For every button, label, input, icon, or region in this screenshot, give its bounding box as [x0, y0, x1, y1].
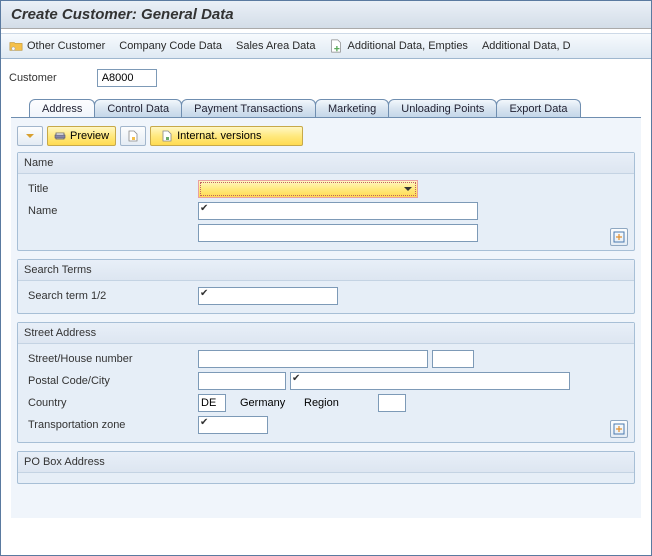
- group-title: Street Address: [18, 323, 634, 344]
- title-select[interactable]: [198, 180, 418, 198]
- main-toolbar: Other Customer Company Code Data Sales A…: [1, 33, 651, 59]
- expand-group-button[interactable]: [610, 228, 628, 246]
- group-search-terms: Search Terms Search term 1/2 ✔: [17, 259, 635, 314]
- toolbar-label: Company Code Data: [119, 40, 222, 52]
- search-term-label: Search term 1/2: [24, 290, 194, 302]
- chevron-down-icon: [401, 185, 415, 193]
- customer-input[interactable]: [97, 69, 157, 87]
- additional-data-d-button[interactable]: Additional Data, D: [482, 40, 571, 52]
- other-customer-button[interactable]: Other Customer: [9, 39, 105, 53]
- expand-icon: [613, 231, 625, 243]
- button-label: Preview: [70, 130, 109, 142]
- transportation-zone-input[interactable]: [198, 416, 268, 434]
- search-term-input[interactable]: [198, 287, 338, 305]
- group-title: Search Terms: [18, 260, 634, 281]
- tab-payment-transactions[interactable]: Payment Transactions: [181, 99, 316, 117]
- expand-icon: [613, 423, 625, 435]
- name-label: Name: [24, 205, 194, 217]
- toolbar-label: Other Customer: [27, 40, 105, 52]
- group-po-box: PO Box Address: [17, 451, 635, 484]
- group-title: Name: [18, 153, 634, 174]
- group-street-address: Street Address Street/House number Posta…: [17, 322, 635, 443]
- toolbar-label: Additional Data, Empties: [347, 40, 467, 52]
- city-input[interactable]: [290, 372, 570, 390]
- document-button[interactable]: [120, 126, 146, 146]
- internat-versions-button[interactable]: Internat. versions: [150, 126, 302, 146]
- tab-unloading-points[interactable]: Unloading Points: [388, 99, 497, 117]
- tab-export-data[interactable]: Export Data: [496, 99, 580, 117]
- region-input[interactable]: [378, 394, 406, 412]
- tab-body: Preview Internat. versions Name Title: [11, 118, 641, 518]
- tabs-row: Address Control Data Payment Transaction…: [11, 99, 641, 118]
- group-title: PO Box Address: [18, 452, 634, 473]
- country-label: Country: [24, 397, 194, 409]
- expand-button[interactable]: [17, 126, 43, 146]
- street-label: Street/House number: [24, 353, 194, 365]
- street-input[interactable]: [198, 350, 428, 368]
- sales-area-button[interactable]: Sales Area Data: [236, 40, 316, 52]
- document-green-icon: [161, 130, 173, 142]
- tab-control-data[interactable]: Control Data: [94, 99, 182, 117]
- group-name: Name Title Name ✔: [17, 152, 635, 251]
- name2-input[interactable]: [198, 224, 478, 242]
- chevron-down-icon: [24, 130, 36, 142]
- customer-label: Customer: [9, 72, 57, 84]
- toolbar-label: Additional Data, D: [482, 40, 571, 52]
- inner-toolbar: Preview Internat. versions: [11, 118, 641, 152]
- name-input[interactable]: [198, 202, 478, 220]
- postal-label: Postal Code/City: [24, 375, 194, 387]
- postal-code-input[interactable]: [198, 372, 286, 390]
- print-preview-icon: [54, 130, 66, 142]
- button-label: Internat. versions: [177, 130, 261, 142]
- additional-data-empties-button[interactable]: Additional Data, Empties: [329, 39, 467, 53]
- country-code-input[interactable]: [198, 394, 226, 412]
- tab-marketing[interactable]: Marketing: [315, 99, 389, 117]
- company-code-button[interactable]: Company Code Data: [119, 40, 222, 52]
- region-label: Region: [304, 397, 374, 409]
- header-row: Customer: [1, 59, 651, 99]
- tab-address[interactable]: Address: [29, 99, 95, 117]
- country-name: Germany: [230, 397, 300, 409]
- folder-person-icon: [9, 39, 23, 53]
- expand-group-button[interactable]: [610, 420, 628, 438]
- document-add-icon: [329, 39, 343, 53]
- tz-label: Transportation zone: [24, 419, 194, 431]
- document-icon: [127, 130, 139, 142]
- house-number-input[interactable]: [432, 350, 474, 368]
- preview-button[interactable]: Preview: [47, 126, 116, 146]
- page-title: Create Customer: General Data: [1, 1, 651, 29]
- title-label: Title: [24, 183, 194, 195]
- toolbar-label: Sales Area Data: [236, 40, 316, 52]
